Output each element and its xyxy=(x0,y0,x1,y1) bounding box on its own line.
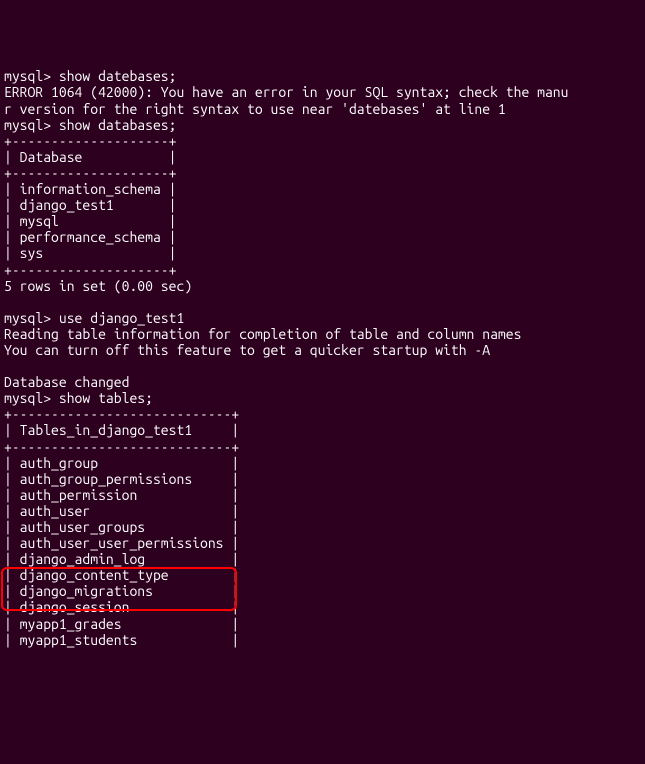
terminal-line: 5 rows in set (0.00 sec) xyxy=(4,278,641,294)
terminal-line: +--------------------+ xyxy=(4,262,641,278)
terminal-line: mysql> use django_test1 xyxy=(4,310,641,326)
terminal-line: | mysql | xyxy=(4,213,641,229)
terminal-line: | auth_user | xyxy=(4,503,641,519)
terminal-line: mysql> show datebases; xyxy=(4,68,641,84)
terminal-line: | django_session | xyxy=(4,599,641,615)
terminal-line: | Tables_in_django_test1 | xyxy=(4,422,641,438)
terminal-line: | myapp1_students | xyxy=(4,632,641,648)
terminal-line: | auth_group | xyxy=(4,455,641,471)
terminal-line: r version for the right syntax to use ne… xyxy=(4,101,641,117)
terminal-line: | information_schema | xyxy=(4,181,641,197)
terminal-line: | Database | xyxy=(4,149,641,165)
terminal-line xyxy=(4,358,641,374)
terminal-line: Reading table information for completion… xyxy=(4,326,641,342)
terminal-line: +----------------------------+ xyxy=(4,439,641,455)
terminal-line: | django_test1 | xyxy=(4,197,641,213)
terminal-line: Database changed xyxy=(4,374,641,390)
terminal-line: | django_admin_log | xyxy=(4,551,641,567)
terminal-line: | django_migrations | xyxy=(4,583,641,599)
terminal-line: ERROR 1064 (42000): You have an error in… xyxy=(4,84,641,100)
terminal-line: | sys | xyxy=(4,245,641,261)
terminal-line: | auth_user_groups | xyxy=(4,519,641,535)
terminal-line: You can turn off this feature to get a q… xyxy=(4,342,641,358)
terminal-output: mysql> show datebases;ERROR 1064 (42000)… xyxy=(4,68,641,647)
terminal-line: mysql> show databases; xyxy=(4,117,641,133)
terminal-line: | auth_group_permissions | xyxy=(4,471,641,487)
terminal-line: +--------------------+ xyxy=(4,165,641,181)
terminal-line: | django_content_type | xyxy=(4,567,641,583)
terminal-line: | auth_permission | xyxy=(4,487,641,503)
terminal-line: +----------------------------+ xyxy=(4,406,641,422)
terminal-line: mysql> show tables; xyxy=(4,390,641,406)
terminal-line: | performance_schema | xyxy=(4,229,641,245)
terminal-line xyxy=(4,294,641,310)
terminal-line: +--------------------+ xyxy=(4,133,641,149)
terminal-line: | auth_user_user_permissions | xyxy=(4,535,641,551)
